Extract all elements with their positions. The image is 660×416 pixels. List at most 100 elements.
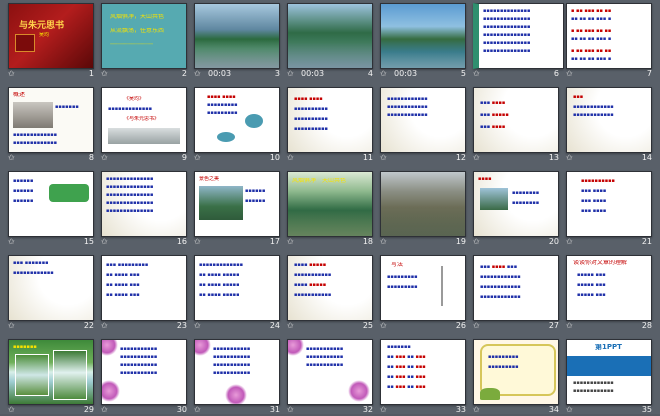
text-block: ▪▪ ▪▪▪▪ ▪▪▪▪▪ <box>199 272 240 278</box>
slide-line-3: ┈┈┈┈┈┈┈┈┈┈┈┈ <box>110 42 154 48</box>
slide-thumb-10[interactable]: ▪▪▪▪ ▪▪▪▪ ▪▪▪▪▪▪▪▪▪ ▪▪▪▪▪▪▪▪▪ <box>194 87 280 153</box>
text-block: ▪▪▪▪▪▪▪▪▪▪▪▪▪▪ <box>483 32 531 38</box>
slide-timing: 00:03 <box>394 69 418 78</box>
transition-star-icon: ✩ <box>473 405 480 414</box>
text-block: ▪▪▪▪▪▪▪▪▪▪▪▪▪▪ <box>106 208 154 214</box>
slide-meta-4: ✩ 00:03 4 <box>287 68 373 80</box>
slide-thumb-30[interactable]: ▪▪▪▪▪▪▪▪▪▪▪ ▪▪▪▪▪▪▪▪▪▪▪ ▪▪▪▪▪▪▪▪▪▪▪ ▪▪▪▪… <box>101 339 187 405</box>
slide-thumb-11[interactable]: ▪▪▪▪ ▪▪▪▪ ▪▪▪▪▪▪▪▪▪▪ ▪▪▪▪▪▪▪▪▪▪ ▪▪▪▪▪▪▪▪… <box>287 87 373 153</box>
slide-thumb-20[interactable]: ▪▪▪▪ ▪▪▪▪▪▪▪▪ ▪▪▪▪▪▪▪▪ <box>473 171 559 237</box>
slide-heading: 景色之美 <box>199 176 220 182</box>
text-block: ▪▪▪▪▪▪▪▪▪▪▪▪▪▪ <box>483 24 531 30</box>
slide-thumb-6[interactable]: ▪▪▪▪▪▪▪▪▪▪▪▪▪▪ ▪▪▪▪▪▪▪▪▪▪▪▪▪▪ ▪▪▪▪▪▪▪▪▪▪… <box>473 3 564 69</box>
slide-number: 30 <box>176 405 187 414</box>
slide-thumb-17[interactable]: 景色之美 ▪▪▪▪▪▪ ▪▪▪▪▪▪ <box>194 171 280 237</box>
slide-meta-31: ✩ 31 <box>194 404 280 416</box>
slide-thumb-21[interactable]: ▪▪▪▪▪▪▪▪▪▪ ▪▪▪ ▪▪▪▪ ▪▪▪ ▪▪▪▪ ▪▪▪ ▪▪▪▪ <box>566 171 652 237</box>
seal-decoration <box>15 34 35 52</box>
photo-thumbnail <box>199 186 243 220</box>
transition-star-icon: ✩ <box>566 405 573 414</box>
text-block: ▪▪▪▪▪ ▪▪▪ <box>577 282 606 288</box>
transition-star-icon: ✩ <box>473 69 480 78</box>
slide-thumb-16[interactable]: ▪▪▪▪▪▪▪▪▪▪▪▪▪▪ ▪▪▪▪▪▪▪▪▪▪▪▪▪▪ ▪▪▪▪▪▪▪▪▪▪… <box>101 171 187 237</box>
slide-thumb-31[interactable]: ▪▪▪▪▪▪▪▪▪▪▪ ▪▪▪▪▪▪▪▪▪▪▪ ▪▪▪▪▪▪▪▪▪▪▪ ▪▪▪▪… <box>194 339 280 405</box>
transition-star-icon: ✩ <box>101 237 108 246</box>
slide-thumb-28[interactable]: 谈谈你对文章的理解 ▪▪▪▪▪ ▪▪▪ ▪▪▪▪▪ ▪▪▪ ▪▪▪▪▪ ▪▪▪ <box>566 255 652 321</box>
text-block: ▪▪▪▪▪▪▪▪▪▪▪▪ <box>573 112 614 118</box>
text-block: ▪▪ ▪▪▪ ▪▪ ▪▪▪ <box>387 364 426 370</box>
transition-star-icon: ✩ <box>566 153 573 162</box>
transition-star-icon: ✩ <box>473 321 480 330</box>
slide-number: 16 <box>176 237 187 246</box>
text-block: ▪▪▪▪▪▪▪▪▪▪▪▪▪▪ <box>106 176 154 182</box>
slide-heading: 写法 <box>391 262 404 268</box>
text-block: ▪▪▪▪▪▪▪▪▪▪ <box>294 126 328 132</box>
text-block: ▪▪▪▪▪▪▪▪▪▪▪▪ <box>573 380 614 386</box>
slide-title: 与朱元思书 <box>19 21 65 31</box>
text-block: ▪▪▪▪ ▪▪▪▪▪ <box>294 282 327 288</box>
slide-number: 3 <box>274 69 280 78</box>
slide-number: 34 <box>548 405 559 414</box>
slide-thumb-32[interactable]: ▪▪▪▪▪▪▪▪▪▪▪ ▪▪▪▪▪▪▪▪▪▪▪ ▪▪▪▪▪▪▪▪▪▪▪ <box>287 339 373 405</box>
slide-thumb-26[interactable]: 写法 ▪▪▪▪▪▪▪▪▪ ▪▪▪▪▪▪▪▪▪ <box>380 255 466 321</box>
slide-meta-24: ✩ 24 <box>194 320 280 332</box>
slide-thumb-23[interactable]: ▪▪▪ ▪▪▪▪▪▪▪▪▪ ▪▪ ▪▪▪▪ ▪▪▪ ▪▪ ▪▪▪▪ ▪▪▪ ▪▪… <box>101 255 187 321</box>
text-block: ▪▪▪ ▪▪▪▪ <box>480 100 506 106</box>
slide-thumb-27[interactable]: ▪▪▪ ▪▪▪▪ ▪▪▪ ▪▪▪▪▪▪▪▪▪▪▪▪ ▪▪▪▪▪▪▪▪▪▪▪▪ ▪… <box>473 255 559 321</box>
slide-thumb-33[interactable]: ▪▪▪▪▪▪▪ ▪▪ ▪▪▪ ▪▪ ▪▪▪ ▪▪ ▪▪▪ ▪▪ ▪▪▪ ▪▪ ▪… <box>380 339 466 405</box>
slide-thumb-2[interactable]: 风烟俱净，天山共色 从流飘荡，任意东西 ┈┈┈┈┈┈┈┈┈┈┈┈ <box>101 3 187 69</box>
slide-thumb-25[interactable]: ▪▪▪▪ ▪▪▪▪▪ ▪▪▪▪▪▪▪▪▪▪▪ ▪▪▪▪ ▪▪▪▪▪ ▪▪▪▪▪▪… <box>287 255 373 321</box>
slide-timing: 00:03 <box>208 69 232 78</box>
slide-thumb-3[interactable] <box>194 3 280 69</box>
brand-logo: 第1PPT <box>595 344 622 350</box>
slide-number: 11 <box>362 153 373 162</box>
slide-meta-13: ✩ 13 <box>473 152 559 164</box>
text-block: ▪▪▪▪▪▪▪▪▪▪▪▪ <box>480 294 521 300</box>
slide-thumb-18[interactable]: 风烟俱净 天山共色 <box>287 171 373 237</box>
slide-number: 23 <box>176 321 187 330</box>
slide-number: 12 <box>455 153 466 162</box>
transition-star-icon: ✩ <box>101 321 108 330</box>
slide-meta-23: ✩ 23 <box>101 320 187 332</box>
text-block: ▪▪▪▪▪▪▪▪▪▪▪ <box>306 346 344 352</box>
slide-thumb-13[interactable]: ▪▪▪ ▪▪▪▪ ▪▪▪ ▪▪▪▪▪ ▪▪▪ ▪▪▪▪ <box>473 87 559 153</box>
slide-number: 35 <box>641 405 652 414</box>
photo-landscape <box>288 39 372 68</box>
slide-meta-1: ✩ 1 <box>8 68 94 80</box>
transition-star-icon: ✩ <box>8 321 15 330</box>
text-block: ▪▪▪▪▪▪▪▪▪▪▪▪▪ <box>13 140 58 146</box>
slide-thumb-15[interactable]: ▪▪▪▪▪▪ ▪▪▪▪▪▪ ▪▪▪▪▪▪ <box>8 171 94 237</box>
photo-thumbnail <box>480 188 508 210</box>
transition-star-icon: ✩ <box>566 69 573 78</box>
text-block: ▪▪ ▪▪▪ ▪▪ ▪▪▪ <box>387 354 426 360</box>
transition-star-icon: ✩ <box>101 153 108 162</box>
slide-thumb-19[interactable] <box>380 171 466 237</box>
text-block: ▪▪ ▪▪▪▪ ▪▪▪▪▪ <box>199 282 240 288</box>
slide-thumb-9[interactable]: 《吴均》 ▪▪▪▪▪▪▪▪▪▪▪▪▪ 《与朱元思书》 <box>101 87 187 153</box>
slide-thumb-4[interactable] <box>287 3 373 69</box>
slide-thumb-5[interactable] <box>380 3 466 69</box>
slide-number: 21 <box>641 237 652 246</box>
slide-thumb-24[interactable]: ▪▪▪▪▪▪▪▪▪▪▪▪▪ ▪▪ ▪▪▪▪ ▪▪▪▪▪ ▪▪ ▪▪▪▪ ▪▪▪▪… <box>194 255 280 321</box>
text-block: ▪▪ ▪▪▪ ▪▪ ▪▪▪ <box>387 374 426 380</box>
slide-thumb-22[interactable]: ▪▪▪ ▪▪▪▪▪▪▪ ▪▪▪▪▪▪▪▪▪▪▪▪ <box>8 255 94 321</box>
text-block: ▪▪▪▪▪▪▪▪▪▪▪ <box>120 346 158 352</box>
slide-thumb-12[interactable]: ▪▪▪▪▪▪▪▪▪▪▪▪ ▪▪▪▪▪▪▪▪▪▪▪▪ ▪▪▪▪▪▪▪▪▪▪▪▪ <box>380 87 466 153</box>
text-block: ▪▪▪▪▪▪▪▪▪▪▪▪▪▪ <box>483 40 531 46</box>
slide-thumb-34[interactable]: ▪▪▪▪▪▪▪▪▪ ▪▪▪▪▪▪▪▪▪ <box>473 339 559 405</box>
slide-number: 22 <box>83 321 94 330</box>
text-block: ▪▪▪▪▪▪▪▪▪▪▪ <box>213 362 251 368</box>
plant-decoration <box>480 388 500 400</box>
slide-number: 20 <box>548 237 559 246</box>
slide-thumb-7[interactable]: ▪ ▪▪ ▪▪▪ ▪▪ ▪▪ ▪▪ ▪▪ ▪▪ ▪▪▪ ▪ ▪ ▪▪ ▪▪▪ ▪… <box>566 3 652 69</box>
text-block: ▪▪▪ ▪▪▪▪ <box>581 208 607 214</box>
slide-thumb-14[interactable]: ▪▪▪ ▪▪▪▪▪▪▪▪▪▪▪▪ ▪▪▪▪▪▪▪▪▪▪▪▪ <box>566 87 652 153</box>
slide-meta-2: ✩ 2 <box>101 68 187 80</box>
transition-star-icon: ✩ <box>287 405 294 414</box>
text-block: ▪▪▪ ▪▪▪▪ <box>581 198 607 204</box>
slide-thumb-35[interactable]: 第1PPT ▪▪▪▪▪▪▪▪▪▪▪▪ ▪▪▪▪▪▪▪▪▪▪▪▪ <box>566 339 652 405</box>
slide-thumb-1[interactable]: 与朱元思书 吴均 <box>8 3 94 69</box>
slide-number: 1 <box>88 69 94 78</box>
slide-thumb-8[interactable]: 概述 ▪▪▪▪▪▪▪ ▪▪▪▪▪▪▪▪▪▪▪▪▪ ▪▪▪▪▪▪▪▪▪▪▪▪▪ <box>8 87 94 153</box>
slide-thumb-29[interactable]: ▪▪▪▪▪▪▪ <box>8 339 94 405</box>
